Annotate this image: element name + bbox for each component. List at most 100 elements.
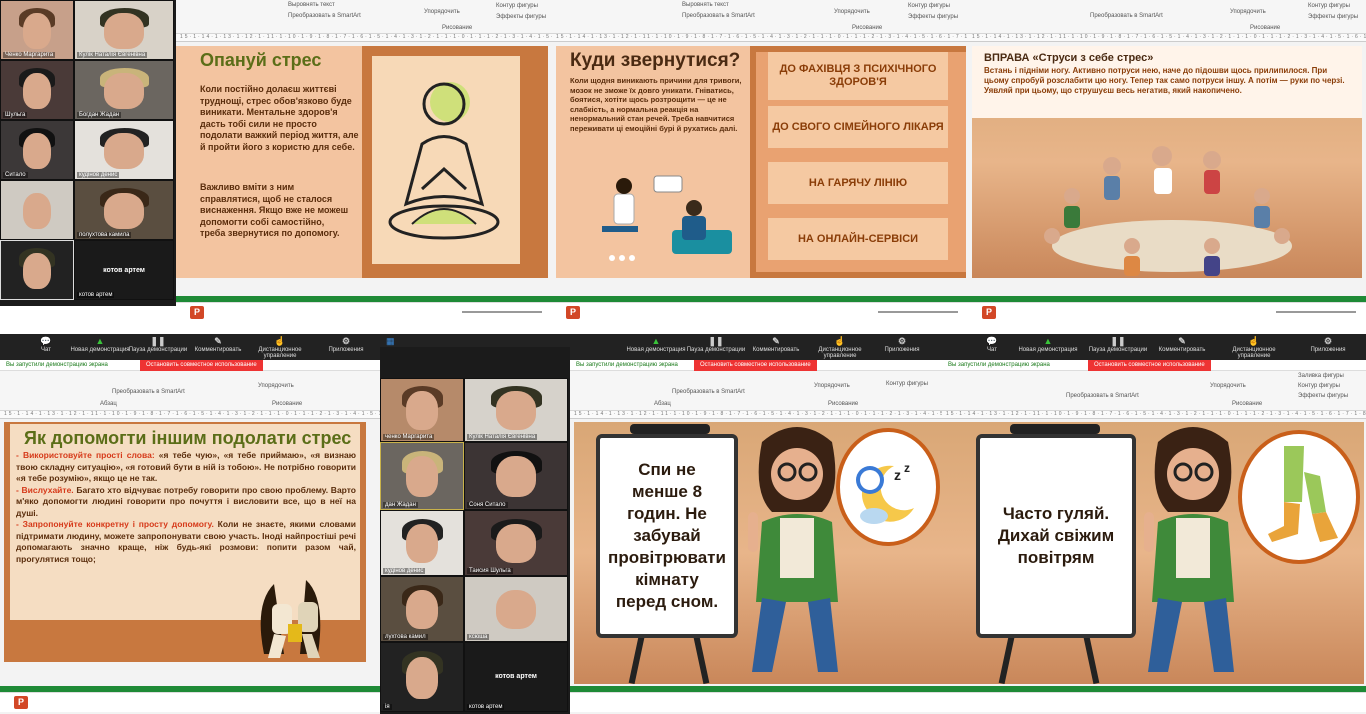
option-mental-health-specialist[interactable]: ДО ФАХІВЦЯ З ПСИХІЧНОГО ЗДОРОВ'Я [768, 52, 948, 100]
video-tile[interactable] [0, 240, 74, 300]
arrange-button[interactable]: Упорядочить [834, 9, 870, 15]
video-tile[interactable]: лухтова камил [380, 576, 464, 642]
arrange-button[interactable]: Упорядочить [814, 383, 850, 389]
stop-share-button[interactable]: Остановить совместное использование [140, 360, 263, 371]
chat-button[interactable]: 💬 Чат [962, 336, 1022, 353]
slide-sleep-advice[interactable]: Спи не менше 8 годин. Не забувай провітр… [574, 422, 942, 684]
presentation-window-5: ▲ Новая демонстрация ❚❚ Пауза демонстрации… [570, 334, 942, 714]
video-tile[interactable]: котов артем котов артем [464, 642, 568, 712]
pause-share-button[interactable]: ❚❚ Пауза демонстрации [1088, 336, 1148, 353]
slide-title: ВПРАВА «Струси з себе стрес» [984, 52, 1154, 64]
participant-name: Кулік Наталія Євгенівна [467, 434, 538, 440]
align-text-button[interactable]: Выровнять текст [682, 2, 729, 8]
drawing-group-label: Рисование [1250, 25, 1281, 31]
video-tile[interactable]: Кулік Наталія Євгенівна [74, 0, 174, 60]
powerpoint-icon[interactable]: P [566, 306, 580, 319]
shape-effects-button[interactable]: Эффекты фигуры [1298, 393, 1348, 399]
video-tile[interactable]: Богдан Жадан [74, 60, 174, 120]
video-tile[interactable]: Ченко Маргарита [0, 0, 74, 60]
annotate-button[interactable]: ✎ Комментировать [1152, 336, 1212, 353]
moon-clock-icon: z z [856, 461, 914, 524]
sharing-status: Вы запустили демонстрацию экрана [948, 362, 1050, 368]
smartart-button[interactable]: Преобразовать в SmartArt [1090, 13, 1163, 19]
shape-outline-button[interactable]: Контур фигуры [1308, 3, 1350, 9]
zoom-slider[interactable] [462, 311, 542, 313]
arrange-button[interactable]: Упорядочить [424, 9, 460, 15]
shape-effects-button[interactable]: Эффекты фигуры [496, 14, 546, 20]
zoom-slider[interactable] [878, 311, 958, 313]
video-tile[interactable]: Ситало [0, 120, 74, 180]
smartart-button[interactable]: Преобразовать в SmartArt [112, 389, 185, 395]
arrange-button[interactable]: Упорядочить [1230, 9, 1266, 15]
list-item: - Запропонуйте конкретну і просту допомо… [16, 519, 357, 564]
slide-exercise[interactable]: ВПРАВА «Струси з себе стрес» Встань і пі… [972, 46, 1362, 278]
video-tile[interactable]: кудінов денис [380, 510, 464, 576]
video-tile[interactable]: полухтова камила [74, 180, 174, 240]
video-tile[interactable]: ія [380, 642, 464, 712]
apps-button[interactable]: ⚙ Приложения [872, 336, 932, 353]
arrange-button[interactable]: Упорядочить [258, 383, 294, 389]
shape-effects-button[interactable]: Эффекты фигуры [1308, 14, 1358, 20]
slide-paragraph: Важливо вміти з ним справлятися, щоб не … [200, 182, 349, 238]
video-tile[interactable]: дан Жадан [380, 442, 464, 510]
annotate-button[interactable]: ✎ Комментировать [188, 336, 248, 353]
shape-outline-button[interactable]: Контур фигуры [908, 3, 950, 9]
remote-control-button[interactable]: ☝ Дистанционное управление [810, 336, 870, 359]
video-tile[interactable]: Кулік Наталія Євгенівна [464, 378, 568, 442]
smartart-button[interactable]: Преобразовать в SmartArt [288, 13, 361, 19]
zoom-slider[interactable] [1276, 311, 1356, 313]
slide-manage-stress[interactable]: Опануй стрес Коли постійно долаєш життєв… [176, 46, 548, 278]
gallery-view-icon[interactable]: ▦ [386, 336, 395, 347]
arrange-button[interactable]: Упорядочить [1210, 383, 1246, 389]
video-tile[interactable]: Шульга [0, 60, 74, 120]
video-tile[interactable]: котов артем котов артем [74, 240, 174, 300]
stop-share-button[interactable]: Остановить совместное использование [694, 360, 817, 371]
option-hotline[interactable]: НА ГАРЯЧУ ЛІНІЮ [768, 162, 948, 204]
smartart-button[interactable]: Преобразовать в SmartArt [1066, 393, 1139, 399]
video-tile[interactable]: Соня Ситало [464, 442, 568, 510]
presentation-window-6: 💬 Чат ▲ Новая демонстрация ❚❚ Пауза демонст… [942, 334, 1366, 714]
remote-control-button[interactable]: ☝ Дистанционное управление [250, 336, 310, 359]
slide-title: Як допомогти іншим подолати стрес [24, 428, 352, 448]
smartart-button[interactable]: Преобразовать в SmartArt [672, 389, 745, 395]
align-text-button[interactable]: Выровнять текст [288, 2, 335, 8]
participant-name: дан Жадан [383, 502, 418, 508]
pause-share-button[interactable]: ❚❚ Пауза демонстрации [128, 336, 188, 353]
share-status-bar: Вы запустили демонстрацию экрана Останов… [570, 360, 942, 371]
video-tile[interactable]: Таисия Шульга [464, 510, 568, 576]
smartart-button[interactable]: Преобразовать в SmartArt [682, 13, 755, 19]
annotate-button[interactable]: ✎ Комментировать [746, 336, 806, 353]
video-tile[interactable]: ксюша [464, 576, 568, 642]
pause-share-button[interactable]: ❚❚ Пауза демонстрации [686, 336, 746, 353]
powerpoint-icon[interactable]: P [14, 696, 28, 709]
participant-name: кудінов денис [383, 568, 426, 574]
apps-button[interactable]: ⚙ Приложения [1298, 336, 1358, 353]
taskbar [942, 692, 1366, 712]
option-family-doctor[interactable]: ДО СВОГО СІМЕЙНОГО ЛІКАРЯ [768, 106, 948, 148]
slide-help-others[interactable]: Як допомогти іншим подолати стрес - Вико… [4, 422, 366, 662]
shape-outline-button[interactable]: Контур фигуры [496, 3, 538, 9]
shape-outline-button[interactable]: Контур фигуры [1298, 383, 1340, 389]
remote-control-button[interactable]: ☝ Дистанционное управление [1224, 336, 1284, 359]
video-tile[interactable]: кудінов денис [74, 120, 174, 180]
option-online-services[interactable]: НА ОНЛАЙН-СЕРВІСИ [768, 218, 948, 260]
powerpoint-icon[interactable]: P [190, 306, 204, 319]
participant-name-center: котов артем [103, 267, 145, 274]
new-share-button[interactable]: ▲ Новая демонстрация [626, 336, 686, 353]
slide-walk-advice[interactable]: Часто гуляй. Дихай свіжим повітрям [942, 422, 1364, 684]
new-share-button[interactable]: ▲ Новая демонстрация [1018, 336, 1078, 353]
video-tile[interactable]: ченко Маргарита [380, 378, 464, 442]
apps-button[interactable]: ⚙ Приложения [316, 336, 376, 353]
svg-text:z: z [904, 461, 910, 475]
shape-fill-button[interactable]: Заливка фигуры [1298, 373, 1344, 379]
chat-button[interactable]: 💬 Чат [16, 336, 76, 353]
list-item: - Використовуйте прості слова: «я тебе ч… [16, 450, 356, 483]
shape-outline-button[interactable]: Контур фигуры [886, 381, 928, 387]
video-tile[interactable] [0, 180, 74, 240]
doctor-illustration [602, 175, 732, 261]
powerpoint-icon[interactable]: P [982, 306, 996, 319]
new-share-button[interactable]: ▲ Новая демонстрация [70, 336, 130, 353]
stop-share-button[interactable]: Остановить совместное использование [1088, 360, 1211, 371]
slide-where-to-turn[interactable]: Куди звернутися? Коли щодня виникають пр… [556, 46, 966, 278]
shape-effects-button[interactable]: Эффекты фигуры [908, 14, 958, 20]
